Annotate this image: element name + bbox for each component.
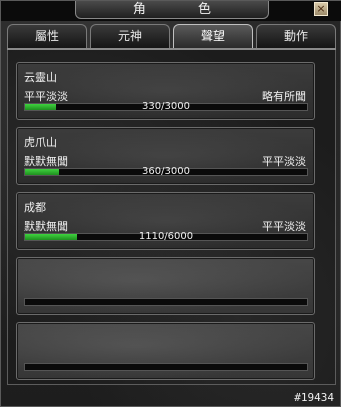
reputation-entry-empty (16, 257, 315, 315)
reputation-bar (24, 363, 308, 371)
tab-attributes[interactable]: 屬性 (7, 24, 87, 48)
tab-spirit[interactable]: 元神 (90, 24, 170, 48)
reputation-entry-empty (16, 322, 315, 380)
reputation-value: 330/3000 (142, 101, 190, 112)
character-window: 角 色 × 屬性 元神 聲望 動作 云靈山 平平淡淡 略有所聞 330/3000… (0, 0, 341, 407)
window-title: 角 色 (75, 1, 269, 19)
reputation-value: 360/3000 (142, 166, 190, 177)
reputation-entry: 虎爪山 默默無聞 平平淡淡 360/3000 (16, 127, 315, 185)
reputation-bar: 330/3000 (24, 101, 308, 112)
reputation-bar: 1110/6000 (24, 231, 308, 242)
reputation-bar: 360/3000 (24, 166, 308, 177)
faction-name: 云靈山 (24, 71, 57, 84)
tab-bar: 屬性 元神 聲望 動作 (7, 24, 336, 48)
close-button[interactable]: × (314, 2, 328, 16)
title-bar[interactable]: 角 色 × (1, 1, 341, 21)
tab-reputation[interactable]: 聲望 (173, 24, 253, 48)
reputation-panel: 云靈山 平平淡淡 略有所聞 330/3000 虎爪山 默默無聞 平平淡淡 360… (7, 50, 336, 385)
reputation-bar (24, 298, 308, 306)
reputation-entry: 成都 默默無聞 平平淡淡 1110/6000 (16, 192, 315, 250)
screenshot-id: #19434 (294, 391, 334, 404)
faction-name: 成都 (24, 201, 46, 214)
tab-actions[interactable]: 動作 (256, 24, 336, 48)
reputation-value: 1110/6000 (138, 231, 194, 242)
faction-name: 虎爪山 (24, 136, 57, 149)
reputation-entry: 云靈山 平平淡淡 略有所聞 330/3000 (16, 62, 315, 120)
